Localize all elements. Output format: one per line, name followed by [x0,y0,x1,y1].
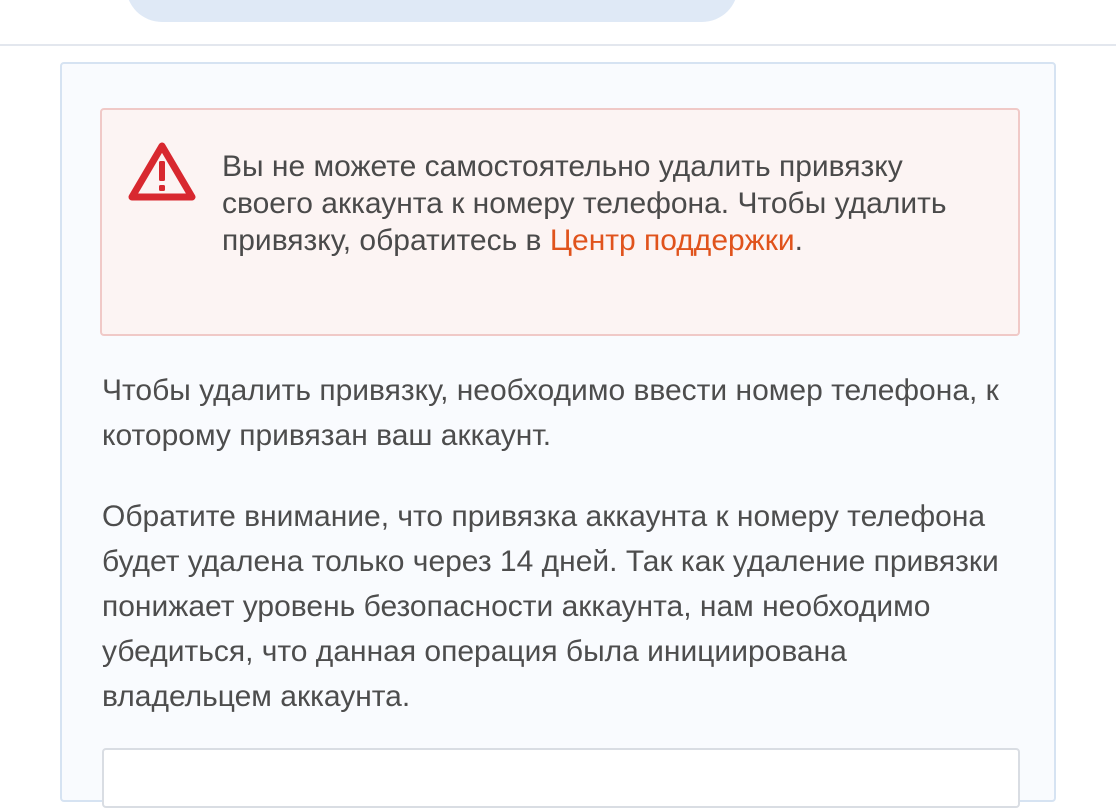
warning-triangle-icon [128,142,196,201]
warning-alert: Вы не можете самостоятельно удалить прив… [100,108,1020,336]
content-panel: Вы не можете самостоятельно удалить прив… [60,62,1056,808]
top-header [0,0,1116,46]
phone-number-input[interactable] [102,748,1020,808]
alert-text-end: . [794,224,803,257]
search-bar[interactable] [126,0,738,22]
info-paragraph-1: Чтобы удалить привязку, необходимо ввест… [102,374,999,452]
info-paragraph-2: Обратите внимание, что привязка аккаунта… [102,500,999,713]
support-center-link[interactable]: Центр поддержки [550,224,795,257]
alert-message: Вы не можете самостоятельно удалить прив… [222,148,982,259]
